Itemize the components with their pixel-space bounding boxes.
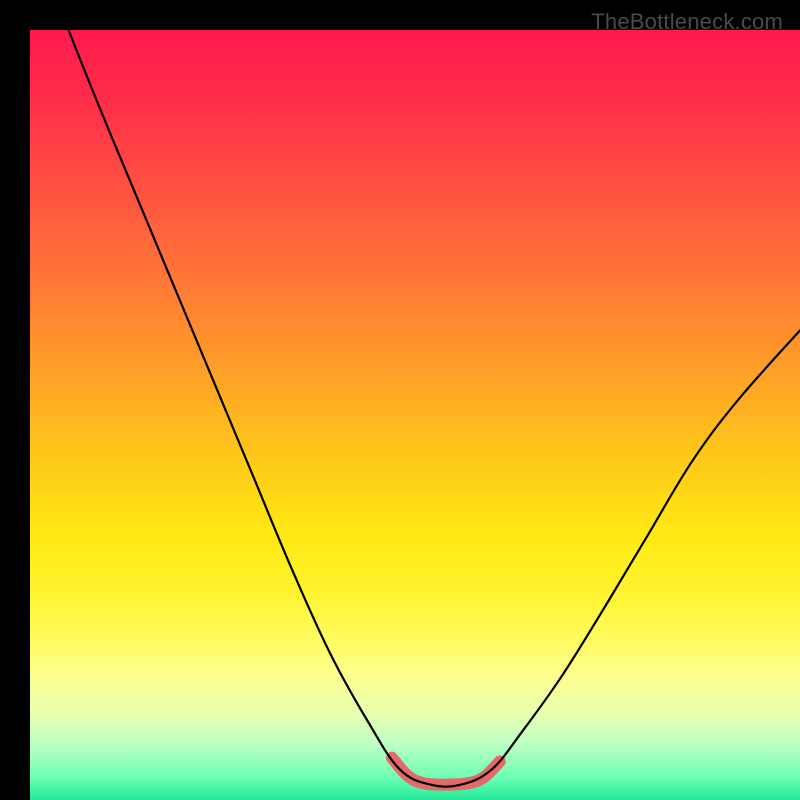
plot-area: [30, 30, 800, 800]
bottleneck-curve-path: [69, 30, 800, 787]
minimum-highlight-path: [392, 758, 500, 785]
chart-frame: TheBottleneck.com: [15, 15, 785, 785]
chart-svg: [30, 30, 800, 800]
watermark-text: TheBottleneck.com: [591, 9, 783, 35]
